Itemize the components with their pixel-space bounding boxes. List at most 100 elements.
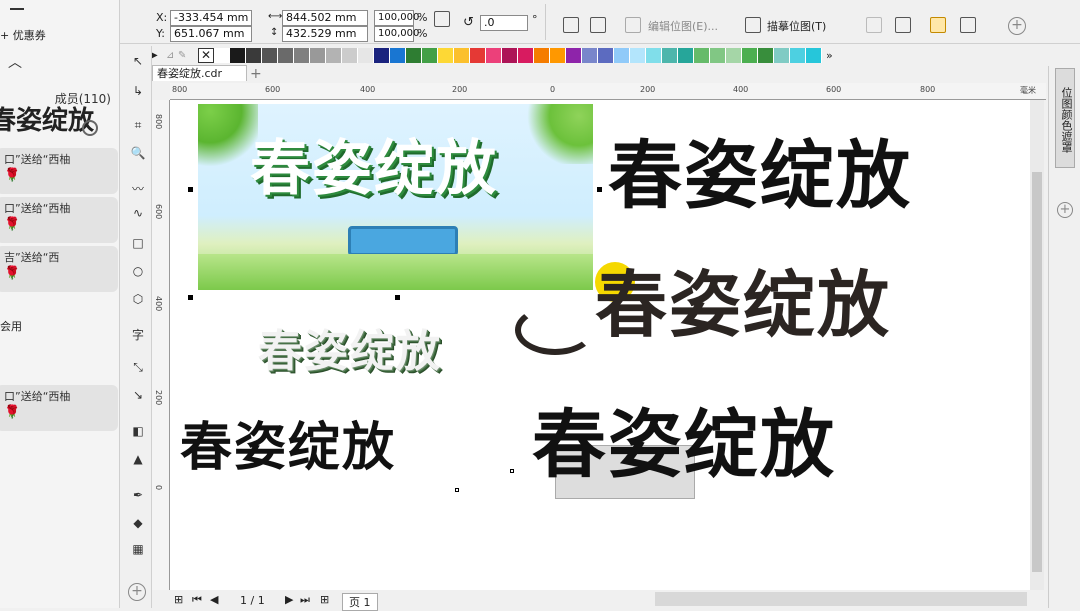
title-text-large[interactable]: 春姿绽放 xyxy=(532,385,836,492)
title-text-logo[interactable]: 春姿绽放 xyxy=(595,246,891,351)
horizontal-ruler[interactable]: 800 600 400 200 0 200 400 600 800 毫米 xyxy=(170,83,1046,100)
eyedropper-tool-icon[interactable]: ✒ xyxy=(129,488,147,502)
selection-handle[interactable] xyxy=(188,295,193,300)
vertical-ruler[interactable]: 800 600 400 200 0 xyxy=(152,100,170,590)
title-text-bold[interactable]: 春姿绽放 xyxy=(608,116,912,223)
color-swatch[interactable] xyxy=(662,47,678,63)
add-tool-icon[interactable]: + xyxy=(128,583,146,601)
color-swatch[interactable] xyxy=(790,47,806,63)
pin-icon[interactable]: ⊿ xyxy=(166,50,178,61)
color-swatch[interactable] xyxy=(390,47,406,63)
node-marker[interactable] xyxy=(510,469,514,473)
spring-banner-image[interactable]: 春姿绽放 xyxy=(198,104,593,290)
freehand-tool-icon[interactable]: 〰 xyxy=(129,180,147,197)
color-swatch[interactable] xyxy=(214,47,230,63)
height-field[interactable]: 432.529 mm xyxy=(282,26,368,42)
color-swatch[interactable] xyxy=(326,47,342,63)
palette-scroll-icon[interactable]: » xyxy=(826,49,833,62)
connector-tool-icon[interactable]: ↘ xyxy=(129,388,147,402)
selection-handle[interactable] xyxy=(597,187,602,192)
color-swatch[interactable] xyxy=(774,47,790,63)
transparency-tool-icon[interactable]: ▲ xyxy=(129,452,147,466)
color-swatch[interactable] xyxy=(582,47,598,63)
collapse-icon[interactable]: ︿ xyxy=(8,52,22,72)
trace-bitmap-icon[interactable] xyxy=(745,17,761,33)
color-swatch[interactable] xyxy=(470,47,486,63)
color-swatch[interactable] xyxy=(534,47,550,63)
color-swatch[interactable] xyxy=(374,47,390,63)
color-swatch[interactable] xyxy=(278,47,294,63)
coupon-link[interactable]: + 优惠券 xyxy=(0,27,46,43)
extrude-tool-icon[interactable]: ◧ xyxy=(129,424,147,438)
x-position-field[interactable]: -333.454 mm xyxy=(170,10,252,26)
drawing-canvas[interactable]: 春姿绽放 春姿绽放 春姿绽放 春姿绽放 春姿绽放 春姿绽放 xyxy=(170,100,1030,590)
color-swatch[interactable] xyxy=(550,47,566,63)
angle-field[interactable]: .0 xyxy=(480,15,528,31)
color-swatch[interactable] xyxy=(294,47,310,63)
color-swatch[interactable] xyxy=(342,47,358,63)
zoom-icon[interactable] xyxy=(82,120,98,136)
color-swatch[interactable] xyxy=(646,47,662,63)
add-page-end-icon[interactable]: ⊞ xyxy=(320,593,329,606)
color-swatch[interactable] xyxy=(566,47,582,63)
color-swatch[interactable] xyxy=(598,47,614,63)
bitmap-color-mask-tab[interactable]: 位图颜色遮罩 xyxy=(1055,68,1075,168)
resample-icon[interactable] xyxy=(895,17,911,33)
crop-tool-icon[interactable]: ⌗ xyxy=(129,118,147,133)
horizontal-scrollbar[interactable] xyxy=(655,592,1027,606)
color-swatch[interactable] xyxy=(518,47,534,63)
zoom-tool-icon[interactable]: 🔍 xyxy=(129,146,147,160)
parallel-dimension-icon[interactable]: ⤡ xyxy=(129,360,147,375)
color-swatch[interactable] xyxy=(454,47,470,63)
color-swatch[interactable] xyxy=(806,47,822,63)
selection-handle[interactable] xyxy=(188,187,193,192)
color-swatch[interactable] xyxy=(502,47,518,63)
prev-page-icon[interactable]: ◀ xyxy=(210,593,218,606)
add-icon[interactable]: + xyxy=(1008,17,1026,35)
first-page-icon[interactable]: ⏮ xyxy=(192,593,202,607)
selection-handle[interactable] xyxy=(395,295,400,300)
edit-bitmap-button[interactable]: 编辑位图(E)... xyxy=(648,18,718,34)
add-docker-icon[interactable]: + xyxy=(1057,202,1073,218)
color-swatch[interactable] xyxy=(310,47,326,63)
node-marker[interactable] xyxy=(455,488,459,492)
color-swatch[interactable] xyxy=(486,47,502,63)
rectangle-tool-icon[interactable]: □ xyxy=(129,236,147,250)
width-field[interactable]: 844.502 mm xyxy=(282,10,368,26)
y-position-field[interactable]: 651.067 mm xyxy=(170,26,252,42)
vertical-scrollbar[interactable] xyxy=(1030,100,1044,590)
palette-menu-icon[interactable]: ▶ xyxy=(150,50,166,61)
next-page-icon[interactable]: ▶ xyxy=(285,593,293,606)
no-color-swatch[interactable]: ✕ xyxy=(198,47,214,63)
text-tool-icon[interactable]: 字 xyxy=(129,326,147,343)
mirror-horizontal-icon[interactable] xyxy=(563,17,579,33)
new-tab-icon[interactable]: + xyxy=(250,66,262,82)
color-swatch[interactable] xyxy=(710,47,726,63)
color-swatch[interactable] xyxy=(630,47,646,63)
title-text-medium[interactable]: 春姿绽放 xyxy=(180,405,396,480)
add-page-icon[interactable]: ⊞ xyxy=(174,593,183,606)
shape-tool-icon[interactable]: ↳ xyxy=(129,84,147,98)
color-swatch[interactable] xyxy=(678,47,694,63)
color-swatch[interactable] xyxy=(438,47,454,63)
color-swatch[interactable] xyxy=(726,47,742,63)
color-swatch[interactable] xyxy=(694,47,710,63)
scroll-thumb[interactable] xyxy=(1032,172,1042,572)
color-swatch[interactable] xyxy=(262,47,278,63)
lock-ratio-icon[interactable] xyxy=(434,11,450,27)
edit-bitmap-icon[interactable] xyxy=(625,17,641,33)
smart-fill-icon[interactable]: ▦ xyxy=(129,542,147,556)
title-text-3d[interactable]: 春姿绽放 xyxy=(258,315,442,379)
dropper-icon[interactable]: ✎ xyxy=(178,50,198,61)
bitmap-mask-icon[interactable] xyxy=(930,17,946,33)
color-swatch[interactable] xyxy=(422,47,438,63)
mirror-vertical-icon[interactable] xyxy=(590,17,606,33)
color-swatch[interactable] xyxy=(742,47,758,63)
trace-bitmap-button[interactable]: 描摹位图(T) xyxy=(767,18,826,34)
color-swatch[interactable] xyxy=(246,47,262,63)
last-page-icon[interactable]: ⏭ xyxy=(300,593,310,607)
pick-tool-icon[interactable]: ↖ xyxy=(129,54,147,68)
ellipse-tool-icon[interactable]: ○ xyxy=(129,264,147,278)
color-swatch[interactable] xyxy=(758,47,774,63)
color-swatch[interactable] xyxy=(614,47,630,63)
